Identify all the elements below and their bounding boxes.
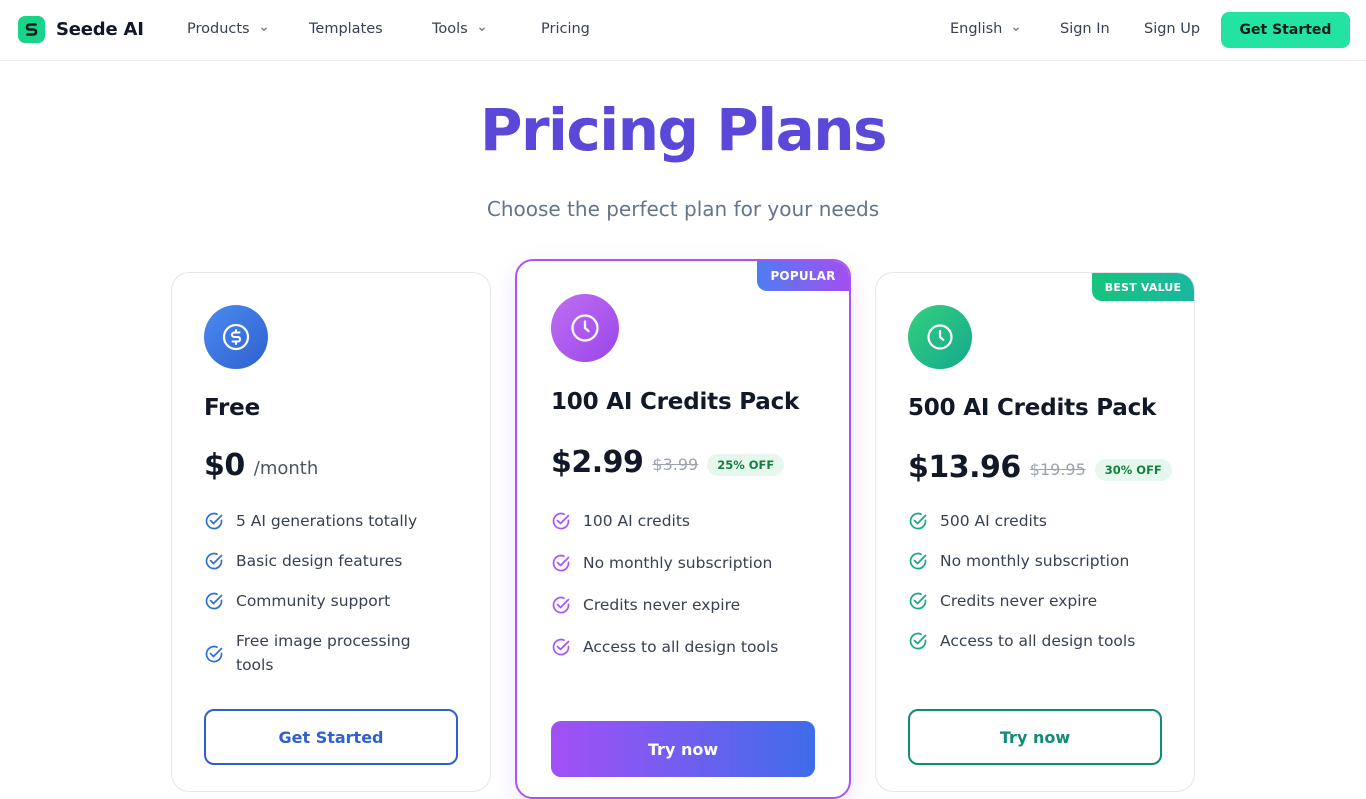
- feature-list: 5 AI generations totally Basic design fe…: [204, 509, 464, 677]
- feature-text: 5 AI generations totally: [236, 512, 418, 530]
- nav-templates[interactable]: Templates: [309, 21, 383, 37]
- plan-price: $2.99: [551, 445, 644, 480]
- try-now-500-button[interactable]: Try now: [908, 709, 1162, 765]
- check-circle-icon: [909, 512, 927, 530]
- feature-item: Credits never expire: [908, 589, 1178, 613]
- check-circle-icon: [909, 552, 927, 570]
- sign-up-link[interactable]: Sign Up: [1144, 21, 1200, 37]
- feature-item: 100 AI credits: [551, 509, 831, 533]
- feature-list: 100 AI credits No monthly subscription C…: [551, 509, 831, 659]
- get-started-button[interactable]: Get Started: [1221, 12, 1350, 48]
- plan-name: 100 AI Credits Pack: [551, 389, 800, 415]
- feature-text: Free image processing tools: [236, 632, 411, 674]
- feature-text: Basic design features: [236, 552, 403, 570]
- chevron-down-icon: [1013, 27, 1020, 32]
- price-row: $0 /month: [204, 448, 318, 483]
- nav-products-label: Products: [187, 21, 250, 37]
- price-period: /month: [253, 458, 319, 479]
- chevron-down-icon: [260, 27, 267, 32]
- try-now-100-button[interactable]: Try now: [551, 721, 815, 777]
- feature-text: 500 AI credits: [940, 512, 1048, 530]
- feature-item: Access to all design tools: [908, 629, 1178, 653]
- nav-pricing[interactable]: Pricing: [541, 21, 590, 37]
- feature-list: 500 AI credits No monthly subscription C…: [908, 509, 1178, 653]
- clock-icon: [551, 294, 619, 362]
- feature-item: No monthly subscription: [551, 551, 831, 575]
- page-title: Pricing Plans: [479, 96, 888, 164]
- plan-card-free: Free $0 /month 5 AI generations totally …: [171, 272, 491, 792]
- check-circle-icon: [909, 592, 927, 610]
- original-price: $19.95: [1029, 460, 1086, 479]
- check-circle-icon: [552, 512, 570, 530]
- sign-in-link[interactable]: Sign In: [1060, 21, 1110, 37]
- best-value-badge: BEST VALUE: [1092, 273, 1194, 301]
- check-circle-icon: [552, 596, 570, 614]
- plan-card-500-credits: BEST VALUE 500 AI Credits Pack $13.96 $1…: [875, 272, 1195, 792]
- check-circle-icon: [552, 554, 570, 572]
- dollar-icon: [204, 305, 268, 369]
- brand-name: Seede AI: [56, 19, 144, 40]
- discount-badge: 25% OFF: [707, 453, 785, 476]
- nav-templates-label: Templates: [309, 21, 383, 37]
- check-circle-icon: [205, 512, 223, 530]
- feature-item: 500 AI credits: [908, 509, 1178, 533]
- sign-in-label: Sign In: [1060, 21, 1110, 37]
- brand-logo[interactable]: Seede AI: [18, 16, 144, 43]
- seede-logo-icon: [18, 16, 45, 43]
- feature-text: Access to all design tools: [583, 638, 779, 656]
- top-nav: Seede AI Products Templates Tools Pricin…: [0, 0, 1366, 61]
- check-circle-icon: [552, 638, 570, 656]
- price-row: $13.96 $19.95 30% OFF: [908, 450, 1172, 485]
- plan-price: $0: [204, 448, 245, 483]
- sign-up-label: Sign Up: [1144, 21, 1201, 37]
- feature-item: Credits never expire: [551, 593, 831, 617]
- nav-pricing-label: Pricing: [541, 21, 590, 37]
- feature-item: Basic design features: [204, 549, 464, 573]
- plan-price: $13.96: [908, 450, 1021, 485]
- feature-text: Access to all design tools: [940, 632, 1136, 650]
- feature-item: No monthly subscription: [908, 549, 1178, 573]
- price-row: $2.99 $3.99 25% OFF: [551, 445, 785, 480]
- page-subtitle: Choose the perfect plan for your needs: [486, 197, 880, 221]
- free-get-started-button[interactable]: Get Started: [204, 709, 458, 765]
- feature-item: 5 AI generations totally: [204, 509, 464, 533]
- popular-badge: POPULAR: [757, 261, 849, 291]
- nav-tools[interactable]: Tools: [432, 21, 487, 37]
- feature-text: Community support: [236, 592, 391, 610]
- feature-item: Free image processing tools: [204, 629, 464, 677]
- check-circle-icon: [909, 632, 927, 650]
- original-price: $3.99: [652, 455, 699, 474]
- language-selector[interactable]: English: [950, 21, 1021, 37]
- plan-name: Free: [204, 395, 260, 421]
- feature-text: Credits never expire: [583, 596, 741, 614]
- chevron-down-icon: [478, 27, 485, 32]
- feature-item: Community support: [204, 589, 464, 613]
- feature-text: Credits never expire: [940, 592, 1098, 610]
- nav-products[interactable]: Products: [187, 21, 269, 37]
- feature-item: Access to all design tools: [551, 635, 831, 659]
- discount-badge: 30% OFF: [1094, 458, 1172, 481]
- plan-card-100-credits: POPULAR 100 AI Credits Pack $2.99 $3.99 …: [515, 259, 851, 799]
- check-circle-icon: [205, 592, 223, 610]
- feature-text: 100 AI credits: [583, 512, 691, 530]
- clock-icon: [908, 305, 972, 369]
- nav-tools-label: Tools: [432, 21, 468, 37]
- language-label: English: [950, 21, 1003, 37]
- feature-text: No monthly subscription: [583, 554, 773, 572]
- check-circle-icon: [205, 645, 223, 663]
- feature-text: No monthly subscription: [940, 552, 1130, 570]
- plan-name: 500 AI Credits Pack: [908, 395, 1157, 421]
- check-circle-icon: [205, 552, 223, 570]
